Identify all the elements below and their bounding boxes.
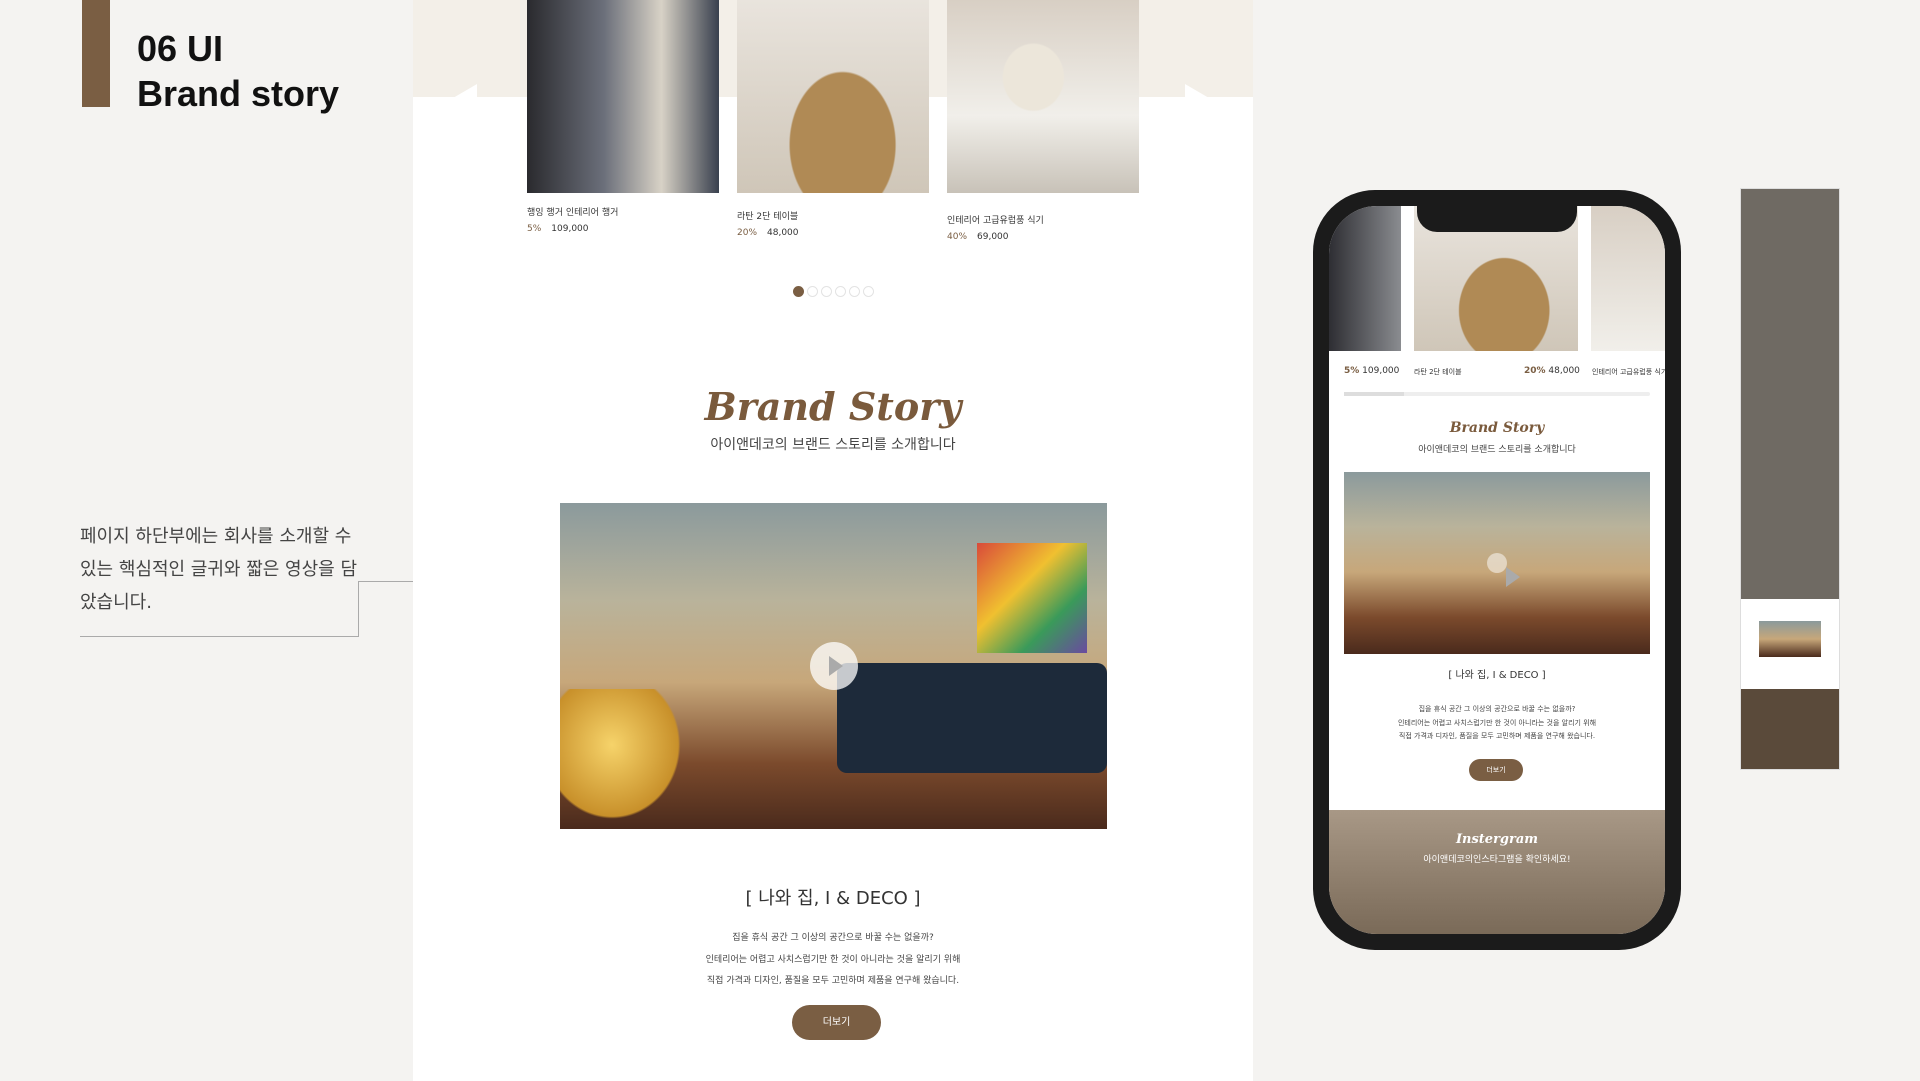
connector-line — [358, 581, 359, 637]
highlighted-brand-section — [1741, 599, 1839, 689]
product-price: 48,000 — [1548, 366, 1580, 376]
brand-text-line: 직접 가격과 디자인, 품질을 모두 고민하며 제품을 연구해 왔습니다. — [706, 976, 960, 986]
product-discount: 20% — [737, 228, 758, 238]
play-icon[interactable] — [810, 642, 858, 690]
product-name: 라탄 2단 테이블 — [1414, 368, 1462, 376]
product-discount: 40% — [947, 232, 968, 242]
slider-dot[interactable] — [807, 286, 818, 297]
brand-text-line: 직접 가격과 디자인, 품질을 모두 고민하며 제품을 연구해 왔습니다. — [1398, 732, 1596, 740]
more-button[interactable]: 더보기 — [792, 1005, 881, 1040]
section-number: 06 UI — [137, 28, 224, 69]
section-title: 06 UI Brand story — [137, 26, 339, 116]
product-name: 행잉 행거 인테리어 행거 — [527, 208, 619, 218]
brand-text: 집을 휴식 공간 그 이상의 공간으로 바꿀 수는 없을까? 인테리어는 어렵고 … — [1329, 703, 1665, 744]
brand-story-title: Brand Story — [1449, 420, 1545, 436]
slider-dot[interactable] — [793, 286, 804, 297]
arrow-left-icon[interactable] — [453, 84, 477, 112]
play-icon[interactable] — [1487, 553, 1520, 587]
brand-text-line: 집을 휴식 공간 그 이상의 공간으로 바꿀 수는 없을까? — [1418, 705, 1576, 713]
product-name: 라탄 2단 테이블 — [737, 212, 799, 222]
instagram-section: Instergram 아이앤데코의인스타그램을 확인하세요! — [1329, 810, 1665, 934]
slider-dot[interactable] — [849, 286, 860, 297]
slider-dots — [793, 286, 874, 297]
brand-text-line: 인테리어는 어렵고 사치스럽기만 한 것이 아니라는 것을 알리기 위해 — [705, 954, 961, 965]
brand-heading: [ 나와 집, I & DECO ] — [745, 888, 921, 909]
section-description: 페이지 하단부에는 회사를 소개할 수 있는 핵심적인 글귀와 짧은 영상을 담… — [80, 526, 358, 613]
brand-text-line: 인테리어는 어렵고 사치스럽기만 한 것이 아니라는 것을 알리기 위해 — [1397, 718, 1597, 727]
arrow-right-icon[interactable] — [1185, 84, 1209, 112]
brand-story-subtitle: 아이앤데코의 브랜드 스토리를 소개합니다 — [1418, 445, 1576, 455]
brand-text-line: 집을 휴식 공간 그 이상의 공간으로 바꿀 수는 없을까? — [732, 933, 934, 943]
slider-dot[interactable] — [835, 286, 846, 297]
slider-dot[interactable] — [821, 286, 832, 297]
desktop-preview: 행잉 행거 인테리어 행거 5% 109,000 라탄 2단 테이블 20% 48,… — [413, 0, 1253, 1081]
product-price: 48,000 — [767, 228, 799, 238]
brand-story-title: Brand Story — [704, 384, 962, 429]
brand-video[interactable] — [1344, 472, 1650, 654]
mobile-preview: 5% 109,000 라탄 2단 테이블 20% 48,000 인테리어 고급유… — [1313, 190, 1681, 950]
product-card[interactable]: 행잉 행거 인테리어 행거 5% 109,000 — [527, 0, 719, 234]
product-price: 69,000 — [977, 232, 1009, 242]
product-name: 인테리어 고급유럽풍 식기 — [947, 216, 1044, 226]
product-price: 109,000 — [551, 224, 589, 234]
product-image — [947, 0, 1139, 193]
product-name: 인테리어 고급유럽풍 식기 — [1592, 368, 1665, 376]
section-name: Brand story — [137, 73, 340, 114]
brand-text: 집을 휴식 공간 그 이상의 공간으로 바꿀 수는 없을까? 인테리어는 어렵고… — [413, 928, 1253, 993]
instagram-subtitle: 아이앤데코의인스타그램을 확인하세요! — [1423, 855, 1571, 865]
product-image — [737, 0, 929, 193]
product-discount: 5% — [527, 224, 542, 234]
brand-video[interactable] — [560, 503, 1107, 829]
scrollbar[interactable] — [1344, 392, 1650, 396]
mobile-screen: 5% 109,000 라탄 2단 테이블 20% 48,000 인테리어 고급유… — [1329, 206, 1665, 934]
brand-heading: [ 나와 집, I & DECO ] — [1448, 670, 1546, 681]
connector-line — [80, 636, 358, 637]
more-button[interactable]: 더보기 — [1469, 759, 1523, 781]
brand-story-subtitle: 아이앤데코의 브랜드 스토리를 소개합니다 — [710, 437, 956, 453]
product-image — [527, 0, 719, 193]
product-discount: 20% — [1524, 366, 1546, 376]
section-accent-bar — [82, 0, 110, 107]
instagram-title: Instergram — [1455, 832, 1539, 847]
product-card[interactable]: 라탄 2단 테이블 20% 48,000 — [737, 0, 929, 238]
product-card[interactable]: 인테리어 고급유럽풍 식기 40% 69,000 — [947, 0, 1139, 242]
full-page-thumbnail — [1740, 188, 1840, 770]
product-discount: 5% — [1344, 366, 1360, 376]
product-price: 109,000 — [1362, 366, 1400, 376]
slider-dot[interactable] — [863, 286, 874, 297]
